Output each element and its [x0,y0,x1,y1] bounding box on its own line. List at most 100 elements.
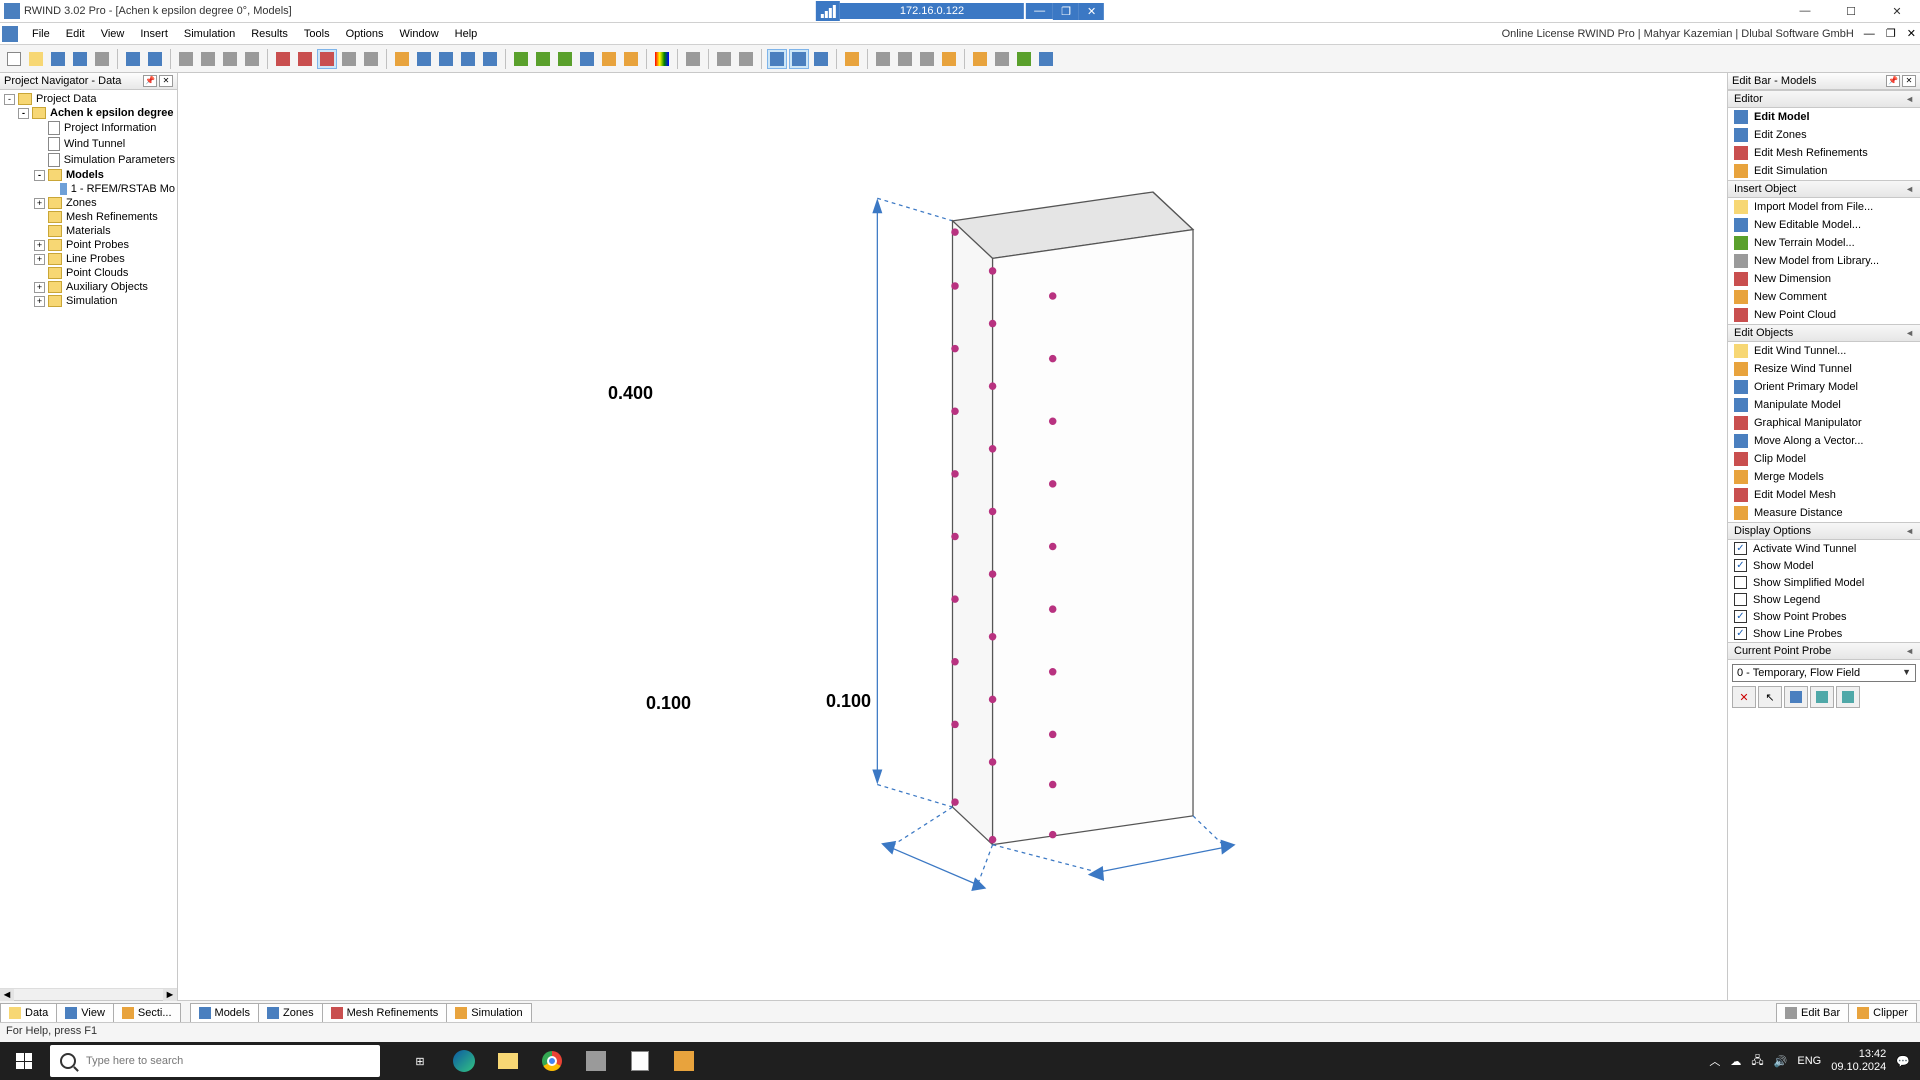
probe-view1[interactable] [1810,686,1834,708]
checkbox[interactable]: ✓ [1734,610,1747,623]
edit-bar-item[interactable]: Measure Distance [1728,504,1920,522]
taskbar-edge[interactable] [444,1042,484,1080]
probe-combo[interactable]: 0 - Temporary, Flow Field ▼ [1732,664,1916,682]
tb-save[interactable] [48,49,68,69]
menu-file[interactable]: File [24,25,58,43]
tb-redo[interactable] [145,49,165,69]
edit-bar-item[interactable]: Show Simplified Model [1728,574,1920,591]
tb-render2[interactable] [295,49,315,69]
probe-view2[interactable] [1836,686,1860,708]
tree-node[interactable]: 1 - RFEM/RSTAB Mo [2,182,175,196]
tb-grid2[interactable] [198,49,218,69]
tb-grid3[interactable] [220,49,240,69]
edit-bar-item[interactable]: Edit Mesh Refinements [1728,144,1920,162]
tb-view4[interactable] [458,49,478,69]
tb-grid1[interactable] [176,49,196,69]
start-button[interactable] [0,1042,48,1080]
tb-refresh3[interactable] [555,49,575,69]
panel-pin-button[interactable]: 📌 [143,75,157,87]
tb-sim3[interactable] [621,49,641,69]
tb-view3[interactable] [436,49,456,69]
probe-delete[interactable]: ✕ [1732,686,1756,708]
taskbar-chrome[interactable] [532,1042,572,1080]
tb-open[interactable] [26,49,46,69]
tb-tool1[interactable] [842,49,862,69]
edit-bar-item[interactable]: ✓Show Model [1728,557,1920,574]
tab-clipper[interactable]: Clipper [1848,1003,1917,1022]
tb-render4[interactable] [339,49,359,69]
tb-view2[interactable] [414,49,434,69]
taskbar-app1[interactable] [576,1042,616,1080]
tb-edit1[interactable] [683,49,703,69]
edit-bar-item[interactable]: New Dimension [1728,270,1920,288]
edit-bar-item[interactable]: Graphical Manipulator [1728,414,1920,432]
tb-saveas[interactable] [70,49,90,69]
tree-node[interactable]: Point Clouds [2,266,175,280]
edit-bar-item[interactable]: Merge Models [1728,468,1920,486]
tb-tool8[interactable] [1036,49,1056,69]
edit-bar-item[interactable]: ✓Show Point Probes [1728,608,1920,625]
tb-new[interactable] [4,49,24,69]
tree-node[interactable]: Wind Tunnel [2,136,175,152]
tree-node[interactable]: Project Information [2,120,175,136]
minimize-button[interactable]: — [1782,0,1828,23]
tb-tool4[interactable] [917,49,937,69]
tree-node[interactable]: -Achen k epsilon degree [2,106,175,120]
tab-sections[interactable]: Secti... [113,1003,181,1022]
edit-bar-item[interactable]: Show Legend [1728,591,1920,608]
tb-measure[interactable] [970,49,990,69]
tree-expander[interactable]: + [34,254,45,265]
remote-minimize-button[interactable]: — [1026,3,1053,19]
edit-bar-item[interactable]: Edit Zones [1728,126,1920,144]
tb-undo[interactable] [123,49,143,69]
tree-expander[interactable]: + [34,198,45,209]
tb-sim1[interactable] [577,49,597,69]
menu-view[interactable]: View [93,25,133,43]
tree-expander[interactable]: - [4,94,15,105]
tree-node[interactable]: -Project Data [2,92,175,106]
task-view-button[interactable]: ⊞ [400,1042,440,1080]
panel-close-button[interactable]: ✕ [159,75,173,87]
scroll-right[interactable]: ► [163,989,177,1001]
menu-insert[interactable]: Insert [132,25,176,43]
tree-node[interactable]: +Simulation [2,294,175,308]
tree-node[interactable]: Mesh Refinements [2,210,175,224]
section-editor[interactable]: Editor◄ [1728,90,1920,108]
edit-bar-item[interactable]: New Point Cloud [1728,306,1920,324]
tb-render1[interactable] [273,49,293,69]
taskbar-search[interactable]: Type here to search [50,1045,380,1077]
tb-refresh1[interactable] [511,49,531,69]
tab-data[interactable]: Data [0,1003,57,1022]
tray-clock[interactable]: 13:42 09.10.2024 [1831,1048,1886,1074]
menu-simulation[interactable]: Simulation [176,25,243,43]
tray-chevron[interactable]: ︿ [1709,1053,1720,1069]
tray-notifications[interactable]: 💬 [1896,1055,1910,1068]
tb-sel1[interactable] [767,49,787,69]
tab-editbar[interactable]: Edit Bar [1776,1003,1849,1022]
menu-window[interactable]: Window [392,25,447,43]
remote-restore-button[interactable]: ❐ [1053,3,1079,20]
tree-expander[interactable]: + [34,296,45,307]
tb-grid4[interactable] [242,49,262,69]
edit-bar-item[interactable]: Edit Model Mesh [1728,486,1920,504]
section-display[interactable]: Display Options◄ [1728,522,1920,540]
edit-bar-item[interactable]: Edit Wind Tunnel... [1728,342,1920,360]
edit-bar-item[interactable]: Clip Model [1728,450,1920,468]
edit-bar-item[interactable]: Manipulate Model [1728,396,1920,414]
tree-expander[interactable]: + [34,240,45,251]
checkbox[interactable] [1734,593,1747,606]
tree-expander[interactable]: - [34,170,45,181]
tb-refresh2[interactable] [533,49,553,69]
menu-options[interactable]: Options [338,25,392,43]
tree-scrollbar[interactable]: ◄ ► [0,988,177,1000]
tb-tool5[interactable] [939,49,959,69]
mdi-close[interactable]: ✕ [1903,28,1920,40]
mdi-minimize[interactable]: — [1860,28,1879,40]
tb-tool6[interactable] [992,49,1012,69]
checkbox[interactable]: ✓ [1734,627,1747,640]
edit-bar-item[interactable]: New Comment [1728,288,1920,306]
tb-line1[interactable] [714,49,734,69]
tray-onedrive[interactable]: ☁ [1730,1055,1741,1068]
edit-bar-item[interactable]: New Editable Model... [1728,216,1920,234]
remote-close-button[interactable]: ✕ [1079,3,1104,20]
